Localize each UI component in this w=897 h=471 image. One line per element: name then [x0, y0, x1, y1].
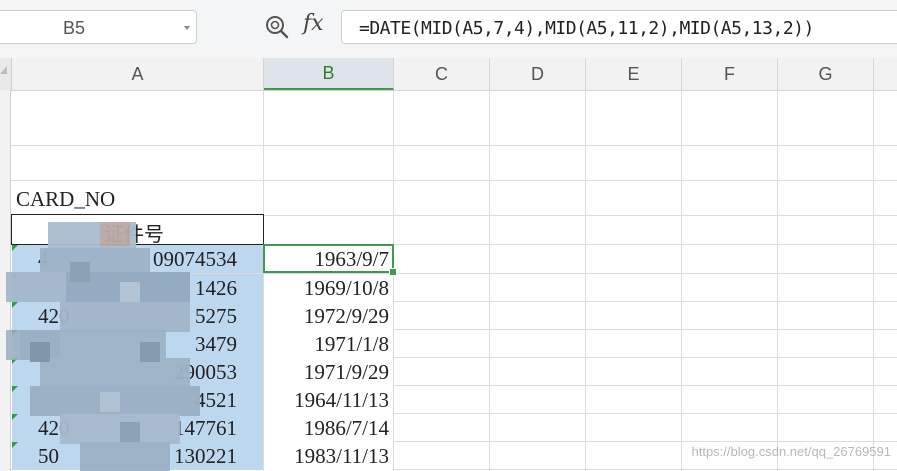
error-indicator-icon	[12, 302, 18, 308]
cell-a-text: 09074534	[153, 247, 237, 271]
cell-b8[interactable]: 1971/1/8	[264, 330, 393, 358]
cell-b7[interactable]: 1972/9/29	[264, 302, 393, 330]
cell-a-prefix: 4	[38, 247, 49, 271]
cell-a4-text: 证件号	[104, 222, 164, 246]
cell-b-text: 1972/9/29	[303, 304, 389, 328]
fill-handle[interactable]	[389, 268, 397, 276]
name-box[interactable]: B5	[0, 10, 197, 44]
cell-a11[interactable]: 420 147761	[12, 414, 263, 442]
cell-b6[interactable]: 1969/10/8	[264, 274, 393, 302]
cell-a-text: 147761	[174, 416, 237, 440]
cell-a-text: 130221	[174, 444, 237, 468]
cell-b5[interactable]: 1963/9/7	[264, 245, 393, 273]
column-header-e[interactable]: E	[586, 58, 682, 90]
fx-icon[interactable]: fx	[303, 11, 324, 36]
cell-a3[interactable]: CARD_NO	[16, 187, 115, 212]
cell-b-text: 1964/11/13	[294, 388, 389, 412]
gridline	[11, 145, 897, 146]
cell-a-text: 290053	[174, 360, 237, 384]
cell-b-text: 1969/10/8	[303, 276, 389, 300]
cell-a-text: 1426	[195, 276, 237, 300]
cell-b-text: 1971/1/8	[314, 332, 389, 356]
name-box-value: B5	[63, 18, 86, 38]
cell-b-text: 1983/11/13	[294, 444, 389, 468]
formula-bar: B5 fx =DATE(MID(A5,7,4),MID(A5,11,2),MID…	[0, 0, 897, 59]
cell-b-text: 1963/9/7	[314, 247, 389, 271]
zoom-search-icon[interactable]	[263, 13, 291, 41]
error-indicator-icon	[12, 442, 18, 448]
gridline	[11, 180, 897, 181]
error-indicator-icon	[12, 245, 18, 251]
cell-a4[interactable]: 证件号	[11, 214, 264, 246]
column-header-a[interactable]: A	[12, 58, 264, 90]
cell-b10[interactable]: 1964/11/13	[264, 386, 393, 414]
cell-a12[interactable]: 50 130221	[12, 442, 263, 470]
cell-b9[interactable]: 1971/9/29	[264, 358, 393, 386]
error-indicator-icon	[12, 414, 18, 420]
formula-text: =DATE(MID(A5,7,4),MID(A5,11,2),MID(A5,13…	[359, 18, 814, 39]
cell-a-prefix: 50	[38, 444, 59, 468]
cell-a-text: 3479	[195, 332, 237, 356]
select-all-corner[interactable]	[0, 58, 12, 90]
formula-input[interactable]: =DATE(MID(A5,7,4),MID(A5,11,2),MID(A5,13…	[341, 10, 897, 44]
cell-a-prefix: 420	[38, 416, 70, 440]
select-all-triangle-icon	[0, 66, 7, 74]
row-header-strip[interactable]	[0, 90, 11, 471]
error-indicator-icon	[12, 274, 18, 280]
error-indicator-icon	[12, 358, 18, 364]
watermark: https://blog.csdn.net/qq_26769591	[691, 444, 892, 459]
cell-a7[interactable]: 420 5275	[12, 302, 263, 330]
cell-b-text: 1986/7/14	[303, 416, 389, 440]
cell-b11[interactable]: 1986/7/14	[264, 414, 393, 442]
error-indicator-icon	[12, 330, 18, 336]
cell-a10[interactable]: 4521	[12, 386, 263, 414]
chevron-down-icon[interactable]	[184, 26, 190, 30]
cell-a5[interactable]: 4 09074534	[12, 245, 263, 273]
cell-a-prefix: 420	[38, 304, 70, 328]
cell-b12[interactable]: 1983/11/13	[264, 442, 393, 470]
cell-a-text: 5275	[195, 304, 237, 328]
column-header-b[interactable]: B	[264, 58, 394, 90]
cell-a6[interactable]: 1426	[12, 274, 263, 302]
column-header-g[interactable]: G	[778, 58, 874, 90]
cell-a9[interactable]: 290053	[12, 358, 263, 386]
cell-b-text: 1971/9/29	[303, 360, 389, 384]
column-header-c[interactable]: C	[394, 58, 490, 90]
column-header-d[interactable]: D	[490, 58, 586, 90]
cell-a8[interactable]: 3479	[12, 330, 263, 358]
column-header-f[interactable]: F	[682, 58, 778, 90]
cell-a-text: 4521	[195, 388, 237, 412]
error-indicator-icon	[12, 386, 18, 392]
